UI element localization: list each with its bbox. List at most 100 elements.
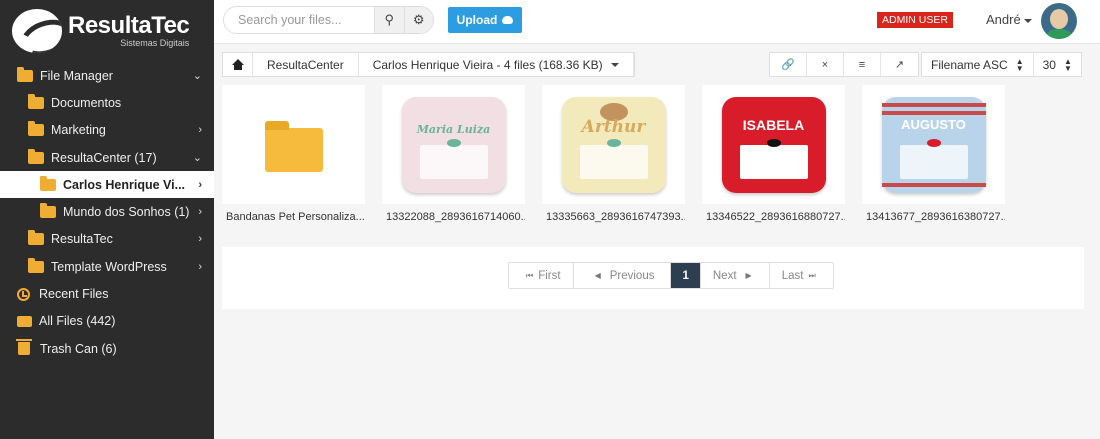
search-input[interactable]	[224, 7, 374, 33]
caret-down-icon	[610, 62, 619, 67]
bow-shape	[606, 138, 621, 147]
sidebar-item-label: Documentos	[51, 95, 122, 110]
sidebar-item-file-manager[interactable]: File Manager ⌄	[0, 62, 214, 89]
sidebar-item-documentos[interactable]: Documentos	[0, 89, 214, 116]
file-card[interactable]: Arthur 13335663_2893616747393...	[542, 85, 685, 223]
file-grid: Bandanas Pet Personaliza... Maria Luiza …	[222, 85, 1005, 223]
search-settings-button[interactable]: ⚙	[403, 7, 433, 33]
bow-shape	[766, 138, 781, 147]
sidebar-item-template-wordpress[interactable]: Template WordPress ›	[0, 253, 214, 280]
sidebar-item-marketing[interactable]: Marketing ›	[0, 117, 214, 144]
file-card[interactable]: Maria Luiza 13322088_2893616714060...	[382, 85, 525, 223]
bow-shape	[926, 138, 941, 147]
pagination-last[interactable]: Last ⏭	[769, 263, 833, 288]
breadcrumb-home[interactable]	[223, 53, 253, 76]
file-thumbnail[interactable]: Maria Luiza	[382, 85, 525, 204]
sidebar-nav: File Manager ⌄ Documentos Marketing › Re…	[0, 62, 214, 362]
pillow-image: Maria Luiza	[401, 96, 506, 193]
search-button[interactable]: ⚲	[374, 7, 404, 33]
pagination: ⏮ First ◀ Previous 1 Next ▶ Last ⏭	[508, 262, 834, 289]
last-page-icon: ⏭	[808, 270, 816, 280]
sidebar: ResultaTec Sistemas Digitais File Manage…	[0, 0, 214, 439]
brand-subtitle: Sistemas Digitais	[120, 38, 190, 48]
sort-arrows-icon: ▲ ▼	[1063, 56, 1072, 73]
close-selection-button[interactable]: ×	[807, 53, 844, 76]
per-page-select[interactable]: 30 ▲ ▼	[1034, 53, 1081, 76]
breadcrumb-current-label: Carlos Henrique Vieira - 4 files (168.36…	[372, 57, 603, 72]
chevron-down-icon: ⌄	[192, 70, 202, 83]
pagination-first[interactable]: ⏮ First	[509, 263, 574, 288]
pagination-previous[interactable]: ◀ Previous	[573, 263, 672, 288]
stripe-shape	[881, 102, 986, 107]
file-card[interactable]: Bandanas Pet Personaliza...	[222, 85, 365, 223]
sidebar-item-all-files[interactable]: All Files (442)	[0, 308, 214, 335]
trash-icon	[16, 339, 32, 356]
pagination-next[interactable]: Next ▶	[700, 263, 770, 288]
sort-select[interactable]: Filename ASC ▲ ▼	[922, 53, 1034, 76]
avatar[interactable]	[1041, 3, 1077, 39]
chevron-right-icon: ›	[198, 206, 202, 219]
chevron-right-icon: ›	[198, 178, 202, 191]
pagination-first-label: First	[538, 269, 561, 282]
file-thumbnail[interactable]: ISABELA	[702, 85, 845, 204]
folder-icon	[264, 120, 323, 172]
expand-button[interactable]: ↗	[881, 53, 918, 76]
folder-icon	[28, 93, 44, 109]
breadcrumb-item-current[interactable]: Carlos Henrique Vieira - 4 files (168.36…	[359, 53, 634, 76]
sidebar-item-label: Template WordPress	[51, 259, 167, 274]
file-name[interactable]: Bandanas Pet Personaliza...	[222, 211, 365, 223]
file-name[interactable]: 13335663_2893616747393...	[542, 211, 685, 223]
toolbar: ResultaCenter Carlos Henrique Vieira - 4…	[222, 52, 1084, 77]
clock-icon	[17, 287, 30, 301]
top-bar: ⚲ ⚙ Upload ADMIN USER André	[214, 0, 1100, 44]
pagination-last-label: Last	[781, 269, 804, 282]
file-card[interactable]: AUGUSTO 13413677_2893616380727...	[862, 85, 1005, 223]
cloud-upload-icon	[502, 16, 514, 24]
file-card[interactable]: ISABELA 13346522_2893616880727...	[702, 85, 845, 223]
expand-icon: ↗	[894, 59, 905, 71]
chevron-right-icon: ›	[198, 124, 202, 137]
pagination-page-current[interactable]: 1	[671, 263, 701, 288]
sidebar-item-recent-files[interactable]: Recent Files	[0, 280, 214, 307]
sidebar-item-carlos-henrique[interactable]: Carlos Henrique Vi... ›	[0, 171, 214, 199]
pillow-panel	[739, 138, 808, 179]
brand-logo[interactable]: ResultaTec Sistemas Digitais	[0, 0, 214, 62]
sidebar-item-label: ResultaTec	[51, 232, 113, 247]
sidebar-item-label: Recent Files	[39, 287, 109, 302]
file-name[interactable]: 13322088_2893616714060...	[382, 211, 525, 223]
chevron-right-icon: ›	[198, 260, 202, 273]
sidebar-item-trash-can[interactable]: Trash Can (6)	[0, 335, 214, 362]
breadcrumb-item-root[interactable]: ResultaCenter	[253, 53, 359, 76]
folder-icon	[40, 203, 56, 219]
home-icon	[231, 59, 244, 70]
pillow-panel	[899, 138, 968, 179]
sidebar-item-label: Marketing	[51, 123, 106, 138]
logo-text: ResultaTec Sistemas Digitais	[68, 14, 190, 49]
sidebar-item-mundo-dos-sonhos[interactable]: Mundo dos Sonhos (1) ›	[0, 198, 214, 225]
upload-button[interactable]: Upload	[448, 7, 522, 33]
link-button[interactable]: 🔗	[770, 53, 807, 76]
caret-right-icon: ▶	[745, 271, 752, 280]
list-view-button[interactable]: ≡	[844, 53, 881, 76]
admin-badge: ADMIN USER	[877, 12, 953, 28]
sort-label: Filename ASC	[931, 57, 1008, 72]
pagination-next-label: Next	[712, 269, 737, 282]
upload-label: Upload	[456, 13, 498, 27]
file-thumbnail[interactable]	[222, 85, 365, 204]
pillow-image: AUGUSTO	[881, 96, 986, 193]
pillow-caption: AUGUSTO	[901, 116, 966, 132]
user-menu[interactable]: André	[986, 12, 1032, 27]
search-box: ⚲ ⚙	[223, 6, 434, 34]
logo-mark-icon	[12, 9, 62, 53]
caret-left-icon: ◀	[594, 271, 601, 280]
sidebar-item-resultacenter[interactable]: ResultaCenter (17) ⌄	[0, 144, 214, 171]
sidebar-item-resultatec[interactable]: ResultaTec ›	[0, 226, 214, 253]
file-thumbnail[interactable]: Arthur	[542, 85, 685, 204]
sidebar-item-label: Trash Can (6)	[40, 341, 117, 356]
sidebar-item-label: ResultaCenter (17)	[51, 150, 157, 165]
file-name[interactable]: 13413677_2893616380727...	[862, 211, 1005, 223]
search-icon: ⚲	[384, 12, 395, 27]
file-thumbnail[interactable]: AUGUSTO	[862, 85, 1005, 204]
sidebar-item-label: Carlos Henrique Vi...	[63, 177, 186, 192]
file-name[interactable]: 13346522_2893616880727...	[702, 211, 845, 223]
